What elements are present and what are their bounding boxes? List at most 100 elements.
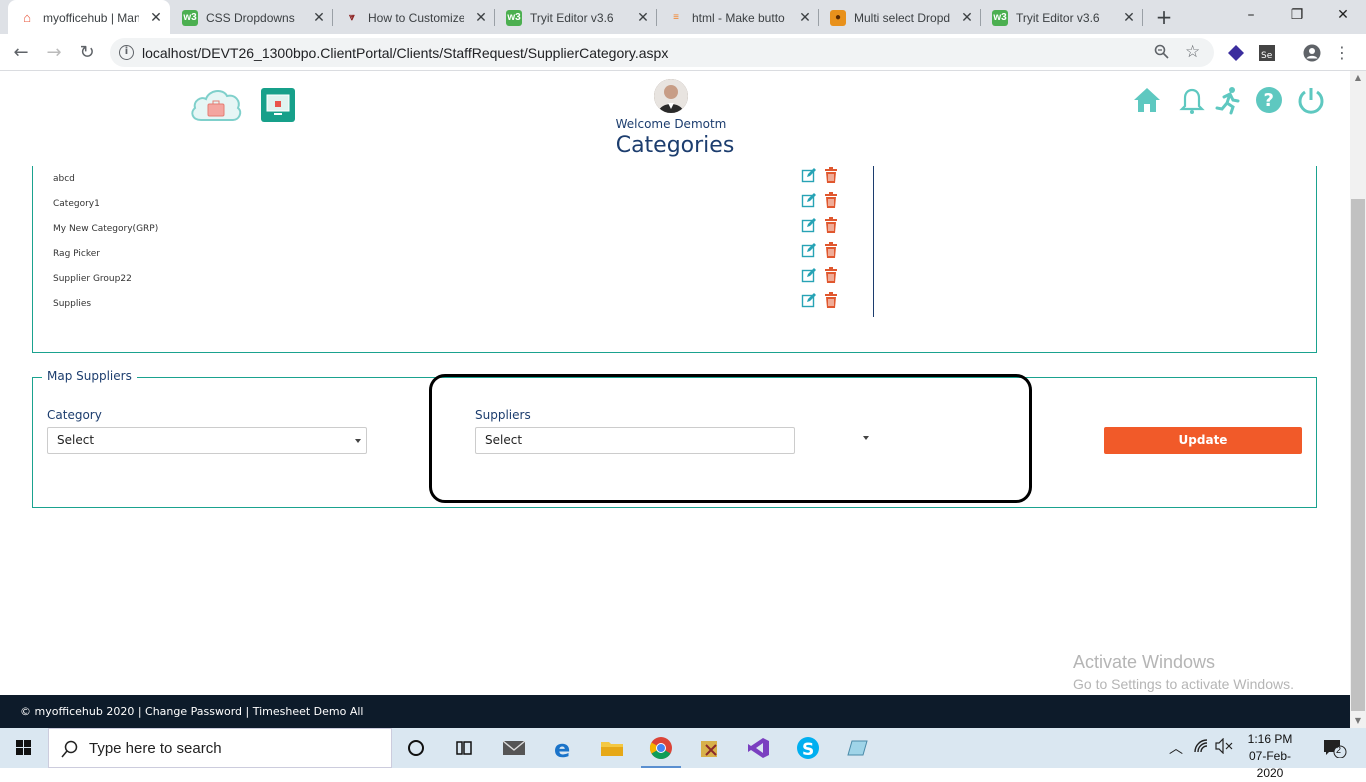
url-text[interactable]: localhost/DEVT26_1300bpo.ClientPortal/Cl… <box>142 45 668 61</box>
maximize-button[interactable]: ❐ <box>1274 0 1320 30</box>
trash-icon[interactable] <box>824 292 838 308</box>
page-footer: © myofficehub 2020 | Change Password | T… <box>0 695 1350 728</box>
close-tab-icon[interactable]: ✕ <box>797 9 813 25</box>
tab-how-to-customize[interactable]: ⩔ How to Customize ✕ <box>333 0 495 34</box>
taskbar-search-box[interactable]: Type here to search <box>48 728 392 768</box>
skype-icon[interactable]: S <box>784 728 832 768</box>
running-person-icon[interactable] <box>1214 85 1244 115</box>
menu-kebab-icon[interactable]: ⋮ <box>1333 44 1351 62</box>
browser-tab-strip: ⌂ myofficehub | Manage ✕ w3 CSS Dropdown… <box>0 0 1366 34</box>
home-icon[interactable] <box>1132 85 1162 115</box>
tab-css-dropdowns[interactable]: w3 CSS Dropdowns ✕ <box>171 0 333 34</box>
trash-icon[interactable] <box>824 167 838 183</box>
address-bar[interactable]: i localhost/DEVT26_1300bpo.ClientPortal/… <box>110 38 1214 67</box>
tab-separator <box>1142 9 1143 26</box>
edge-browser-icon[interactable]: e <box>540 728 588 768</box>
info-icon[interactable]: i <box>119 45 134 60</box>
edit-icon[interactable] <box>801 242 817 258</box>
sql-tool-icon[interactable] <box>686 728 734 768</box>
windows-taskbar: Type here to search e S ︿ 1:16 PM 07-Feb… <box>0 728 1366 780</box>
stackoverflow-icon: ≡ <box>673 12 679 23</box>
orange-logo-icon: ● <box>830 10 846 26</box>
help-icon[interactable]: ? <box>1254 85 1284 115</box>
trash-icon[interactable] <box>824 267 838 283</box>
new-tab-button[interactable]: + <box>1152 6 1176 28</box>
action-center-icon[interactable]: 2 <box>1323 738 1347 759</box>
zoom-icon[interactable] <box>1154 44 1169 63</box>
close-tab-icon[interactable]: ✕ <box>959 9 975 25</box>
mail-icon[interactable] <box>490 728 538 768</box>
welcome-text: Welcome Demotm <box>615 117 727 131</box>
category-name: abcd <box>53 174 75 184</box>
browser-toolbar: ← → ↻ i localhost/DEVT26_1300bpo.ClientP… <box>0 34 1366 71</box>
edit-icon[interactable] <box>801 167 817 183</box>
system-clock[interactable]: 1:16 PM 07-Feb-2020 <box>1238 731 1302 782</box>
reload-icon[interactable]: ↻ <box>75 41 99 65</box>
back-arrow-icon[interactable]: ← <box>9 41 33 65</box>
power-icon[interactable] <box>1296 85 1326 115</box>
chevron-down-icon <box>355 439 361 443</box>
page-scrollbar[interactable]: ▲ ▼ <box>1350 71 1366 728</box>
minimize-button[interactable]: – <box>1228 0 1274 30</box>
category-select-value: Select <box>57 433 95 447</box>
cloud-briefcase-logo-icon[interactable] <box>189 86 243 124</box>
tab-myofficehub[interactable]: ⌂ myofficehub | Manage ✕ <box>8 0 170 34</box>
column-divider <box>873 166 874 317</box>
page-title: Categories <box>615 133 735 158</box>
tab-stackoverflow[interactable]: ≡ html - Make butto ✕ <box>657 0 819 34</box>
category-name: Category1 <box>53 199 100 209</box>
category-name: Supplies <box>53 299 92 309</box>
wifi-icon[interactable] <box>1193 738 1209 757</box>
scroll-up-icon[interactable]: ▲ <box>1350 71 1366 85</box>
map-suppliers-legend: Map Suppliers <box>42 369 137 383</box>
profile-icon[interactable] <box>1303 44 1321 62</box>
avatar[interactable] <box>654 79 688 113</box>
tab-tryit-editor-2[interactable]: w3 Tryit Editor v3.6 ✕ <box>981 0 1143 34</box>
bookmark-star-icon[interactable]: ☆ <box>1185 42 1200 62</box>
tab-multi-select[interactable]: ● Multi select Dropd ✕ <box>819 0 981 34</box>
forward-arrow-icon[interactable]: → <box>42 41 66 65</box>
chrome-icon[interactable] <box>637 728 685 768</box>
close-tab-icon[interactable]: ✕ <box>473 9 489 25</box>
close-tab-icon[interactable]: ✕ <box>311 9 327 25</box>
trash-icon[interactable] <box>824 242 838 258</box>
volume-muted-icon[interactable] <box>1215 737 1233 757</box>
extension-diamond-icon[interactable] <box>1227 44 1245 62</box>
w3schools-icon: w3 <box>182 10 198 26</box>
edit-icon[interactable] <box>801 292 817 308</box>
task-view-icon[interactable] <box>440 728 488 768</box>
edit-icon[interactable] <box>801 217 817 233</box>
scrollbar-thumb[interactable] <box>1351 199 1365 711</box>
scroll-down-icon[interactable]: ▼ <box>1350 714 1366 728</box>
close-tab-icon[interactable]: ✕ <box>635 9 651 25</box>
windows-start-icon[interactable] <box>0 728 48 768</box>
clock-time: 1:16 PM <box>1247 732 1293 746</box>
tab-tryit-editor[interactable]: w3 Tryit Editor v3.6 ✕ <box>495 0 657 34</box>
close-tab-icon[interactable]: ✕ <box>148 9 164 25</box>
edit-icon[interactable] <box>801 267 817 283</box>
file-explorer-icon[interactable] <box>588 728 636 768</box>
w3schools-icon: w3 <box>992 10 1008 26</box>
close-tab-icon[interactable]: ✕ <box>1121 9 1137 25</box>
trash-icon[interactable] <box>824 217 838 233</box>
visual-studio-icon[interactable] <box>735 728 783 768</box>
edit-icon[interactable] <box>801 192 817 208</box>
update-button[interactable]: Update <box>1104 427 1302 454</box>
svg-text:?: ? <box>1264 90 1274 111</box>
notepad-app-icon[interactable] <box>833 728 881 768</box>
category-select[interactable]: Select <box>47 427 367 454</box>
monitor-lock-logo-icon[interactable] <box>261 88 295 122</box>
chevron-up-icon[interactable]: ︿ <box>1169 738 1183 758</box>
page-content: Welcome Demotm Categories ? abcd Categor… <box>0 71 1350 695</box>
category-name: My New Category(GRP) <box>53 224 159 234</box>
bell-icon[interactable] <box>1177 85 1207 115</box>
category-name: Rag Picker <box>53 249 100 259</box>
activate-windows-subtitle: Go to Settings to activate Windows. <box>1073 676 1294 692</box>
notification-count: 2 <box>1336 745 1342 755</box>
selenium-extension-icon[interactable]: Se <box>1258 44 1276 62</box>
svg-text:e: e <box>554 735 570 763</box>
close-window-button[interactable]: ✕ <box>1320 0 1366 30</box>
bookmark-icon: ⩔ <box>349 12 355 23</box>
trash-icon[interactable] <box>824 192 838 208</box>
cortana-icon[interactable] <box>392 728 440 768</box>
